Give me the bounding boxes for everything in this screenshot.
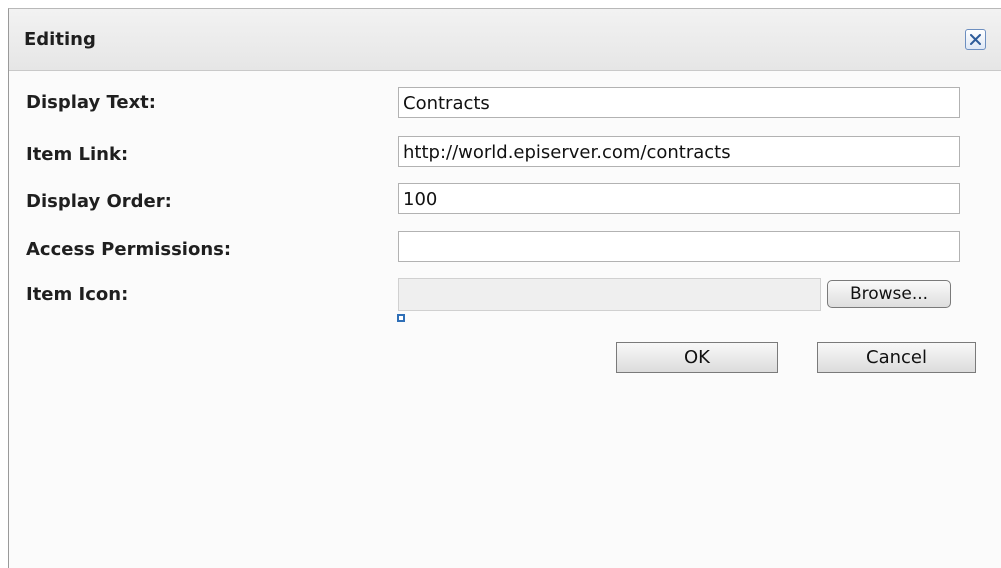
close-icon[interactable] <box>965 29 986 50</box>
access-permissions-label: Access Permissions: <box>26 239 232 260</box>
editing-dialog: Editing Display Text: Item Link: Display… <box>8 8 1001 568</box>
item-icon-file-field[interactable] <box>398 278 821 311</box>
item-icon-preview-icon[interactable] <box>397 314 405 322</box>
dialog-title: Editing <box>24 29 96 50</box>
display-text-label: Display Text: <box>26 92 156 113</box>
display-order-input[interactable] <box>398 183 960 214</box>
display-text-input[interactable] <box>398 87 960 118</box>
item-icon-label: Item Icon: <box>26 284 129 305</box>
display-order-label: Display Order: <box>26 191 172 212</box>
access-permissions-input[interactable] <box>398 231 960 262</box>
ok-button[interactable]: OK <box>616 342 778 373</box>
item-link-input[interactable] <box>398 136 960 167</box>
browse-button[interactable]: Browse... <box>827 280 951 308</box>
dialog-titlebar: Editing <box>9 9 1001 71</box>
item-link-label: Item Link: <box>26 144 129 165</box>
cancel-button[interactable]: Cancel <box>817 342 976 373</box>
